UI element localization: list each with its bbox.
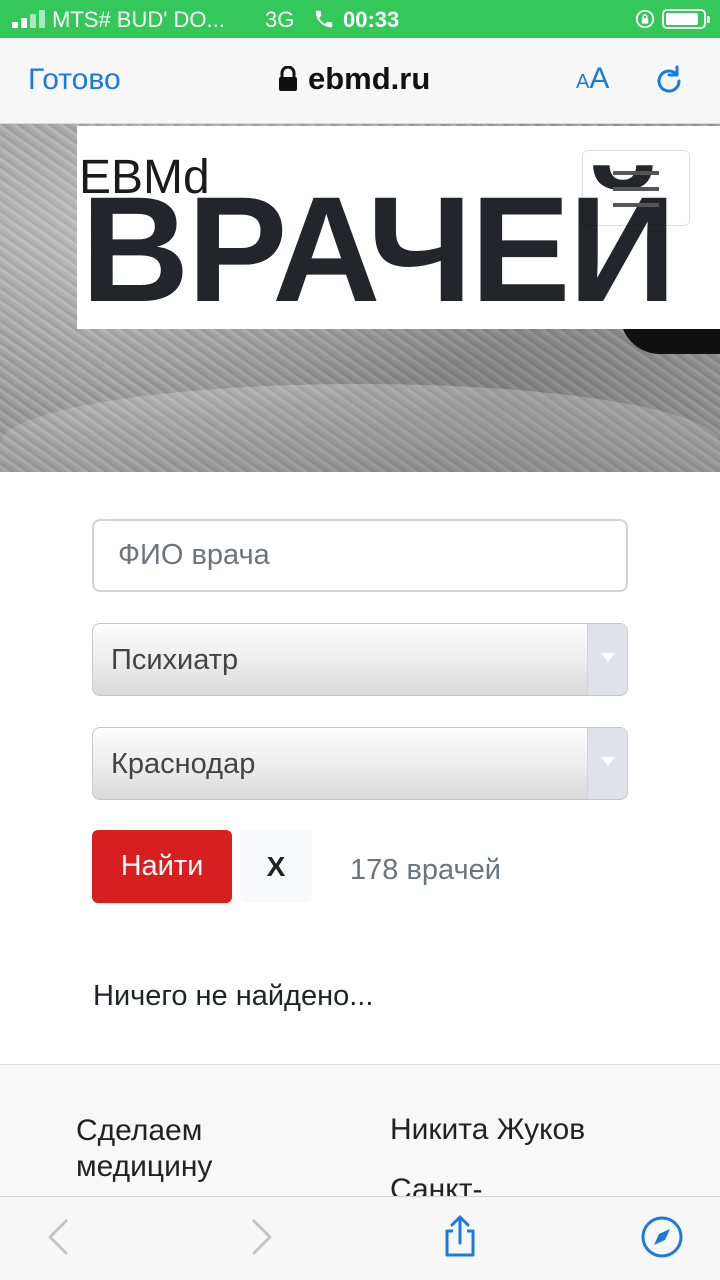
signal-strength-icon [12, 10, 46, 28]
footer-author: Никита Жуков [390, 1113, 586, 1146]
site-navbar: ВРАЧЕЙ EBMd [77, 126, 720, 329]
phone-call-icon [315, 10, 333, 28]
network-type: 3G [265, 7, 295, 32]
status-time: 00:33 [343, 7, 400, 32]
status-bar: MTS# BUD' DO... 3G 00:33 [0, 0, 720, 38]
no-results-message: Ничего не найдено... [93, 980, 374, 1012]
safari-compass-icon[interactable] [640, 1215, 684, 1259]
city-select[interactable]: Краснодар [92, 727, 628, 800]
find-button[interactable]: Найти [92, 830, 232, 903]
city-dropdown-arrow [587, 728, 627, 799]
reload-icon[interactable] [652, 64, 686, 98]
back-arrow-icon[interactable] [38, 1215, 82, 1259]
share-icon[interactable] [438, 1215, 482, 1259]
browser-address-bar: Готово ebmd.ru AA [0, 38, 720, 124]
text-size-large-label: A [589, 62, 610, 95]
site-logo[interactable]: EBMd [79, 154, 210, 202]
footer-slogan: Сделаем медицину [76, 1114, 213, 1183]
rotation-lock-icon [635, 9, 655, 29]
carrier-name: MTS# BUD' DO... [52, 7, 225, 32]
forward-arrow-icon[interactable] [238, 1215, 282, 1259]
url-text: ebmd.ru [308, 61, 431, 96]
doctor-count: 178 врачей [350, 854, 501, 886]
footer-city: Санкт- [390, 1173, 483, 1198]
chevron-down-icon [601, 653, 615, 662]
browser-toolbar [0, 1196, 720, 1280]
chevron-down-icon [601, 757, 615, 766]
specialty-dropdown-arrow [587, 624, 627, 695]
url-field[interactable]: ebmd.ru [278, 61, 430, 97]
specialty-select[interactable]: Психиатр [92, 623, 628, 696]
text-size-button[interactable]: AA [576, 62, 609, 96]
padlock-icon [279, 66, 297, 91]
hero-background-texture [0, 384, 720, 472]
specialty-select-value: Психиатр [111, 644, 239, 676]
done-button[interactable]: Готово [28, 63, 121, 97]
battery-icon [662, 9, 710, 29]
menu-toggle-button[interactable] [582, 150, 690, 226]
clear-button[interactable]: X [240, 830, 312, 903]
doctor-name-input[interactable] [92, 519, 628, 592]
hero-banner: ВРАЧЕЙ EBMd [0, 124, 720, 472]
city-select-value: Краснодар [111, 748, 256, 780]
site-footer: Сделаем медицину Никита Жуков Санкт- [0, 1064, 720, 1198]
text-size-small-label: A [576, 71, 590, 93]
